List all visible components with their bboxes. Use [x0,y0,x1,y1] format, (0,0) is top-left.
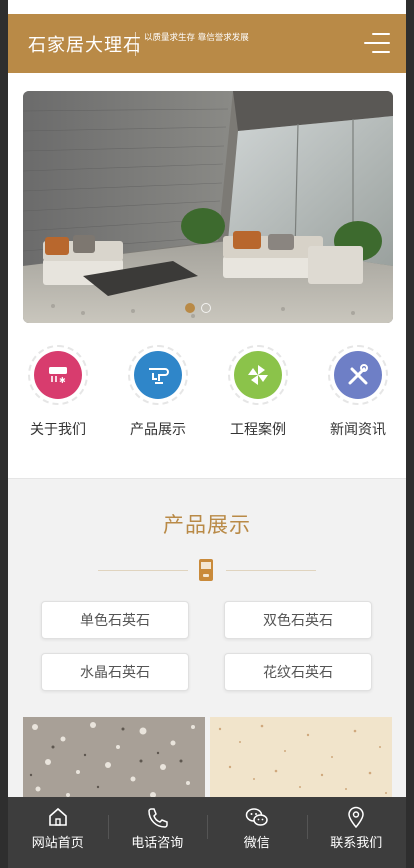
carousel-dots [185,303,211,313]
nav-item-cases[interactable]: 工程案例 [208,345,308,439]
nav-label: 工程案例 [230,422,286,438]
footer-label: 联系我们 [330,836,383,851]
carousel-dot-active[interactable] [185,303,195,313]
nav-item-news[interactable]: 新闻资讯 [308,345,406,439]
nav-label: 关于我们 [30,422,86,438]
footer-label: 微信 [243,836,270,851]
pinwheel-icon [234,351,282,399]
hero-banner[interactable] [23,91,393,323]
location-pin-icon [307,806,407,828]
wechat-icon [207,806,307,828]
product-thumbnail[interactable] [210,717,392,799]
air-conditioner-icon: ✱ [34,351,82,399]
category-button[interactable]: 花纹石英石 [224,653,372,691]
page-frame: 石家居大理石 以质量求生存 靠信誉求发展 ✱ 关于我们 产品展示 工程案例 新闻… [8,0,406,868]
home-icon [8,806,108,828]
nav-label: 产品展示 [130,422,186,438]
phone-device-icon [198,558,214,586]
phone-icon [108,806,208,828]
brand-logo[interactable]: 石家居大理石 [28,31,142,57]
footer-label: 电话咨询 [131,836,184,851]
title-divider-left [98,570,188,571]
header-slogan: 以质量求生存 靠信誉求发展 [144,33,249,43]
title-divider-right [226,570,316,571]
tools-icon [334,351,382,399]
category-button[interactable]: 双色石英石 [224,601,372,639]
footer-label: 网站首页 [31,836,84,851]
quick-nav: ✱ 关于我们 产品展示 工程案例 新闻资讯 [8,345,406,455]
products-section: 产品展示 单色石英石 双色石英石 水晶石英石 花纹石英石 [8,478,406,799]
nav-item-about[interactable]: ✱ 关于我们 [8,345,108,439]
svg-text:✱: ✱ [59,376,66,385]
header-divider [135,32,136,56]
footer-home[interactable]: 网站首页 [8,797,108,856]
footer-wechat[interactable]: 微信 [207,797,307,856]
bottom-strip [8,856,406,868]
footer-phone[interactable]: 电话咨询 [108,797,208,856]
footer-contact[interactable]: 联系我们 [307,797,407,856]
carousel-dot[interactable] [201,303,211,313]
nav-item-products[interactable]: 产品展示 [108,345,208,439]
banner-image [23,91,393,323]
product-image [210,717,392,799]
bottom-nav: 网站首页 电话咨询 微信 联系我们 [8,797,406,856]
section-title: 产品展示 [163,513,251,537]
faucet-icon [134,351,182,399]
header-bar: 石家居大理石 以质量求生存 靠信誉求发展 [8,14,406,73]
hamburger-menu-icon[interactable] [364,31,390,55]
product-thumbnail[interactable] [23,717,205,799]
product-image [23,717,205,799]
nav-label: 新闻资讯 [330,422,386,438]
category-button[interactable]: 单色石英石 [41,601,189,639]
category-button[interactable]: 水晶石英石 [41,653,189,691]
